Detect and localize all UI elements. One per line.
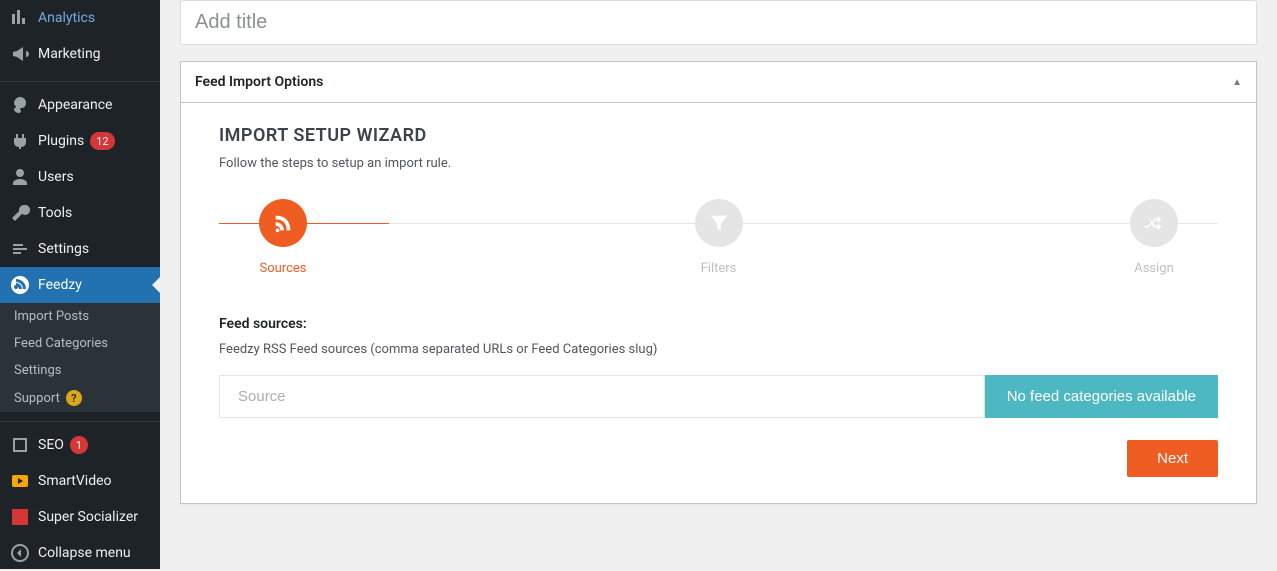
sidebar-item-label: Super Socializer [38, 509, 138, 525]
sidebar-item-smartvideo[interactable]: SmartVideo [0, 463, 160, 499]
sidebar-item-label: Marketing [38, 46, 101, 62]
video-icon [10, 471, 30, 491]
postbox-body: IMPORT SETUP WIZARD Follow the steps to … [181, 103, 1256, 503]
step-label: Sources [260, 261, 307, 276]
sidebar-item-plugins[interactable]: Plugins 12 [0, 123, 160, 159]
admin-sidebar: Analytics Marketing Appearance Plugins 1… [0, 0, 160, 569]
update-badge: 1 [70, 436, 88, 454]
sidebar-item-marketing[interactable]: Marketing [0, 36, 160, 72]
wrench-icon [10, 203, 30, 223]
feed-import-postbox: Feed Import Options ▲ IMPORT SETUP WIZAR… [180, 61, 1257, 504]
sidebar-item-settings[interactable]: Settings [0, 231, 160, 267]
collapse-icon [10, 543, 30, 563]
sliders-icon [10, 239, 30, 259]
funnel-icon [695, 199, 743, 247]
sidebar-item-label: Support [14, 391, 60, 406]
sidebar-item-label: Appearance [38, 97, 112, 113]
sidebar-item-appearance[interactable]: Appearance [0, 87, 160, 123]
sidebar-item-users[interactable]: Users [0, 159, 160, 195]
sidebar-item-label: SEO [38, 437, 64, 453]
feed-categories-button[interactable]: No feed categories available [985, 375, 1218, 418]
sidebar-sub-support[interactable]: Support ? [0, 384, 160, 412]
title-input[interactable] [180, 0, 1257, 45]
help-badge: ? [66, 390, 82, 406]
next-button[interactable]: Next [1127, 440, 1218, 477]
sidebar-item-label: Settings [38, 241, 89, 257]
megaphone-icon [10, 44, 30, 64]
sidebar-sub-feed-categories[interactable]: Feed Categories [0, 330, 160, 357]
sidebar-submenu: Import Posts Feed Categories Settings Su… [0, 303, 160, 412]
sidebar-item-tools[interactable]: Tools [0, 195, 160, 231]
feed-sources-description: Feedzy RSS Feed sources (comma separated… [219, 342, 1218, 357]
user-icon [10, 167, 30, 187]
feed-sources-title: Feed sources: [219, 316, 1218, 332]
source-row: No feed categories available [219, 375, 1218, 418]
rss-icon [10, 275, 30, 295]
wizard-title: IMPORT SETUP WIZARD [219, 125, 1218, 146]
sidebar-item-feedzy[interactable]: Feedzy [0, 267, 160, 303]
sidebar-item-label: Users [38, 169, 74, 185]
brush-icon [10, 95, 30, 115]
seo-icon [10, 435, 30, 455]
next-row: Next [219, 440, 1218, 477]
chart-icon [10, 8, 30, 28]
sidebar-item-collapse[interactable]: Collapse menu [0, 535, 160, 571]
step-label: Assign [1134, 261, 1174, 276]
sidebar-item-label: Collapse menu [38, 545, 131, 561]
wizard-description: Follow the steps to setup an import rule… [219, 156, 1218, 171]
triangle-up-icon: ▲ [1232, 77, 1242, 88]
shuffle-icon [1130, 199, 1178, 247]
sidebar-item-label: Settings [14, 363, 61, 378]
sidebar-separator [0, 417, 160, 422]
sidebar-separator [0, 77, 160, 82]
rss-icon [259, 199, 307, 247]
sidebar-item-label: Feed Categories [14, 336, 108, 351]
main-content: Feed Import Options ▲ IMPORT SETUP WIZAR… [160, 0, 1277, 569]
sidebar-item-label: Feedzy [38, 277, 82, 293]
sidebar-item-label: Tools [38, 205, 72, 221]
sidebar-item-analytics[interactable]: Analytics [0, 0, 160, 36]
step-filters[interactable]: Filters [695, 199, 743, 276]
step-label: Filters [701, 261, 737, 276]
wizard-steps: Sources Filters Assign [219, 199, 1218, 276]
share-icon [10, 507, 30, 527]
sidebar-item-super-socializer[interactable]: Super Socializer [0, 499, 160, 535]
sidebar-item-label: Plugins [38, 133, 84, 149]
update-badge: 12 [90, 132, 114, 150]
plug-icon [10, 131, 30, 151]
sidebar-sub-import-posts[interactable]: Import Posts [0, 303, 160, 330]
sidebar-sub-settings[interactable]: Settings [0, 357, 160, 384]
sidebar-item-seo[interactable]: SEO 1 [0, 427, 160, 463]
postbox-title: Feed Import Options [195, 74, 323, 90]
sidebar-item-label: Analytics [38, 10, 95, 26]
source-input[interactable] [219, 375, 985, 418]
postbox-header[interactable]: Feed Import Options ▲ [181, 62, 1256, 103]
sidebar-item-label: SmartVideo [38, 473, 112, 489]
sidebar-item-label: Import Posts [14, 309, 89, 324]
step-assign[interactable]: Assign [1130, 199, 1178, 276]
step-sources[interactable]: Sources [259, 199, 307, 276]
